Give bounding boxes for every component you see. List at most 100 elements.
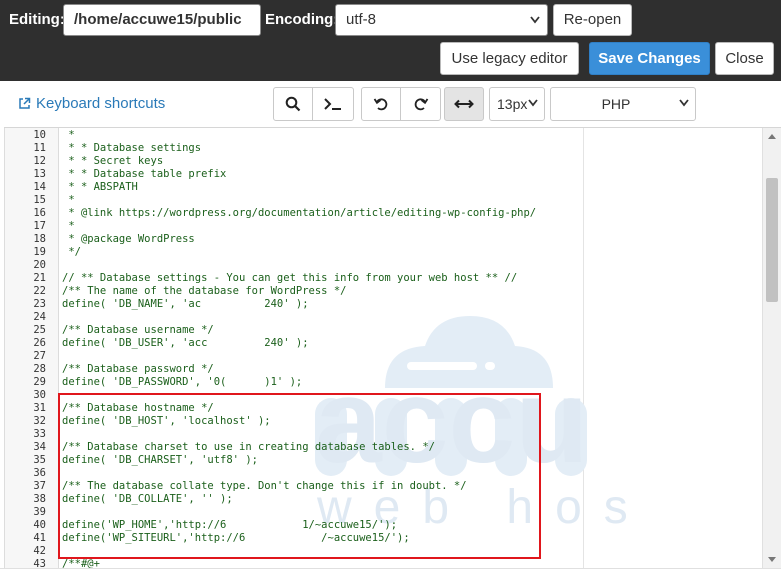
search-icon — [285, 96, 301, 112]
file-path-field[interactable]: /home/accuwe15/public — [63, 4, 261, 36]
code-text: // ** Database settings - You can get th… — [62, 272, 518, 284]
language-mode-select[interactable]: PHP — [550, 87, 696, 121]
line-number: 33 — [33, 428, 46, 440]
code-line[interactable]: 26 define( 'DB_USER', 'acc 240' ); — [5, 337, 765, 350]
editor-footer — [0, 568, 781, 587]
scroll-down-arrow-icon[interactable] — [768, 557, 776, 562]
editor-header: Editing: /home/accuwe15/public Encoding:… — [0, 0, 781, 81]
code-text: /** Database username */ — [62, 324, 214, 336]
reopen-button[interactable]: Re-open — [553, 4, 632, 36]
code-line[interactable]: 19 */ — [5, 246, 765, 259]
encoding-label: Encoding: — [265, 11, 339, 28]
code-line[interactable]: 24 — [5, 311, 765, 324]
chevron-down-icon — [679, 99, 689, 107]
line-number: 19 — [33, 246, 46, 258]
line-number: 41 — [33, 532, 46, 544]
code-line[interactable]: 21 // ** Database settings - You can get … — [5, 272, 765, 285]
code-text: /** Database password */ — [62, 363, 214, 375]
keyboard-shortcuts-label: Keyboard shortcuts — [36, 95, 166, 112]
code-editor[interactable]: accu web hosting 10 *11 * * Database set… — [4, 128, 781, 568]
code-line[interactable]: 10 * — [5, 129, 765, 142]
line-number: 43 — [33, 558, 46, 568]
line-number: 40 — [33, 519, 46, 531]
code-text: * * Database settings — [62, 142, 202, 154]
chevron-down-icon — [530, 16, 540, 24]
line-number: 16 — [33, 207, 46, 219]
scrollbar-thumb[interactable] — [766, 178, 778, 302]
code-line[interactable]: 11 * * Database settings — [5, 142, 765, 155]
line-number: 18 — [33, 233, 46, 245]
code-text: define( 'DB_USER', 'acc 240' ); — [62, 337, 309, 349]
code-line[interactable]: 14 * * ABSPATH — [5, 181, 765, 194]
line-number: 31 — [33, 402, 46, 414]
editing-label: Editing: — [9, 11, 65, 28]
code-text: * * ABSPATH — [62, 181, 138, 193]
code-line[interactable]: 23 define( 'DB_NAME', 'ac 240' ); — [5, 298, 765, 311]
code-line[interactable]: 29 define( 'DB_PASSWORD', '0( )1' ); — [5, 376, 765, 389]
code-line[interactable]: 17 * — [5, 220, 765, 233]
undo-icon — [373, 98, 388, 111]
code-line[interactable]: 28 /** Database password */ — [5, 363, 765, 376]
line-number: 11 — [33, 142, 46, 154]
code-text: * @link https://wordpress.org/documentat… — [62, 207, 537, 219]
wrap-icon — [454, 99, 474, 109]
code-text: * * Secret keys — [62, 155, 164, 167]
code-line[interactable]: 27 — [5, 350, 765, 363]
line-number: 13 — [33, 168, 46, 180]
code-line[interactable]: 22 /** The name of the database for WordP… — [5, 285, 765, 298]
chevron-down-icon — [528, 99, 538, 107]
code-line[interactable]: 15 * — [5, 194, 765, 207]
legacy-editor-button[interactable]: Use legacy editor — [440, 42, 579, 75]
code-line[interactable]: 20 — [5, 259, 765, 272]
line-number: 39 — [33, 506, 46, 518]
code-text: * — [62, 220, 75, 232]
search-button[interactable] — [273, 87, 313, 121]
code-line[interactable]: 16 * @link https://wordpress.org/documen… — [5, 207, 765, 220]
external-link-icon — [19, 97, 31, 109]
scroll-up-arrow-icon[interactable] — [768, 134, 776, 139]
redo-icon — [414, 98, 428, 111]
code-text: * @package WordPress — [62, 233, 195, 245]
line-number: 12 — [33, 155, 46, 167]
save-changes-button[interactable]: Save Changes — [589, 42, 710, 75]
undo-button[interactable] — [361, 87, 401, 121]
code-text: define( 'DB_PASSWORD', '0( )1' ); — [62, 376, 303, 388]
line-number: 36 — [33, 467, 46, 479]
code-text: define( 'DB_NAME', 'ac 240' ); — [62, 298, 309, 310]
encoding-select[interactable]: utf-8 — [335, 4, 548, 36]
code-text: */ — [62, 246, 81, 258]
font-size-select[interactable]: 13px — [489, 87, 545, 121]
line-number: 10 — [33, 129, 46, 141]
goto-line-button[interactable] — [312, 87, 354, 121]
encoding-value: utf-8 — [346, 11, 377, 28]
line-number: 17 — [33, 220, 46, 232]
line-number: 26 — [33, 337, 46, 349]
line-number: 37 — [33, 480, 46, 492]
code-line[interactable]: 13 * * Database table prefix — [5, 168, 765, 181]
line-number: 15 — [33, 194, 46, 206]
db-settings-highlight-box — [58, 393, 541, 559]
line-number: 34 — [33, 441, 46, 453]
line-number: 20 — [33, 259, 46, 271]
code-line[interactable]: 12 * * Secret keys — [5, 155, 765, 168]
wrap-toggle-button[interactable] — [444, 87, 484, 121]
font-size-value: 13px — [497, 96, 528, 112]
line-number: 14 — [33, 181, 46, 193]
line-number: 27 — [33, 350, 46, 362]
redo-button[interactable] — [400, 87, 441, 121]
vertical-scrollbar[interactable] — [762, 128, 781, 568]
terminal-icon — [324, 98, 341, 110]
line-number: 25 — [33, 324, 46, 336]
line-number: 38 — [33, 493, 46, 505]
line-number: 29 — [33, 376, 46, 388]
code-line[interactable]: 25 /** Database username */ — [5, 324, 765, 337]
code-line[interactable]: 43 /**#@+ — [5, 558, 765, 568]
code-line[interactable]: 18 * @package WordPress — [5, 233, 765, 246]
line-number: 22 — [33, 285, 46, 297]
code-text: /** The name of the database for WordPre… — [62, 285, 347, 297]
close-button[interactable]: Close — [715, 42, 774, 75]
language-mode-value: PHP — [601, 96, 631, 112]
line-number: 21 — [33, 272, 46, 284]
line-number: 32 — [33, 415, 46, 427]
keyboard-shortcuts-link[interactable]: Keyboard shortcuts — [18, 95, 165, 112]
